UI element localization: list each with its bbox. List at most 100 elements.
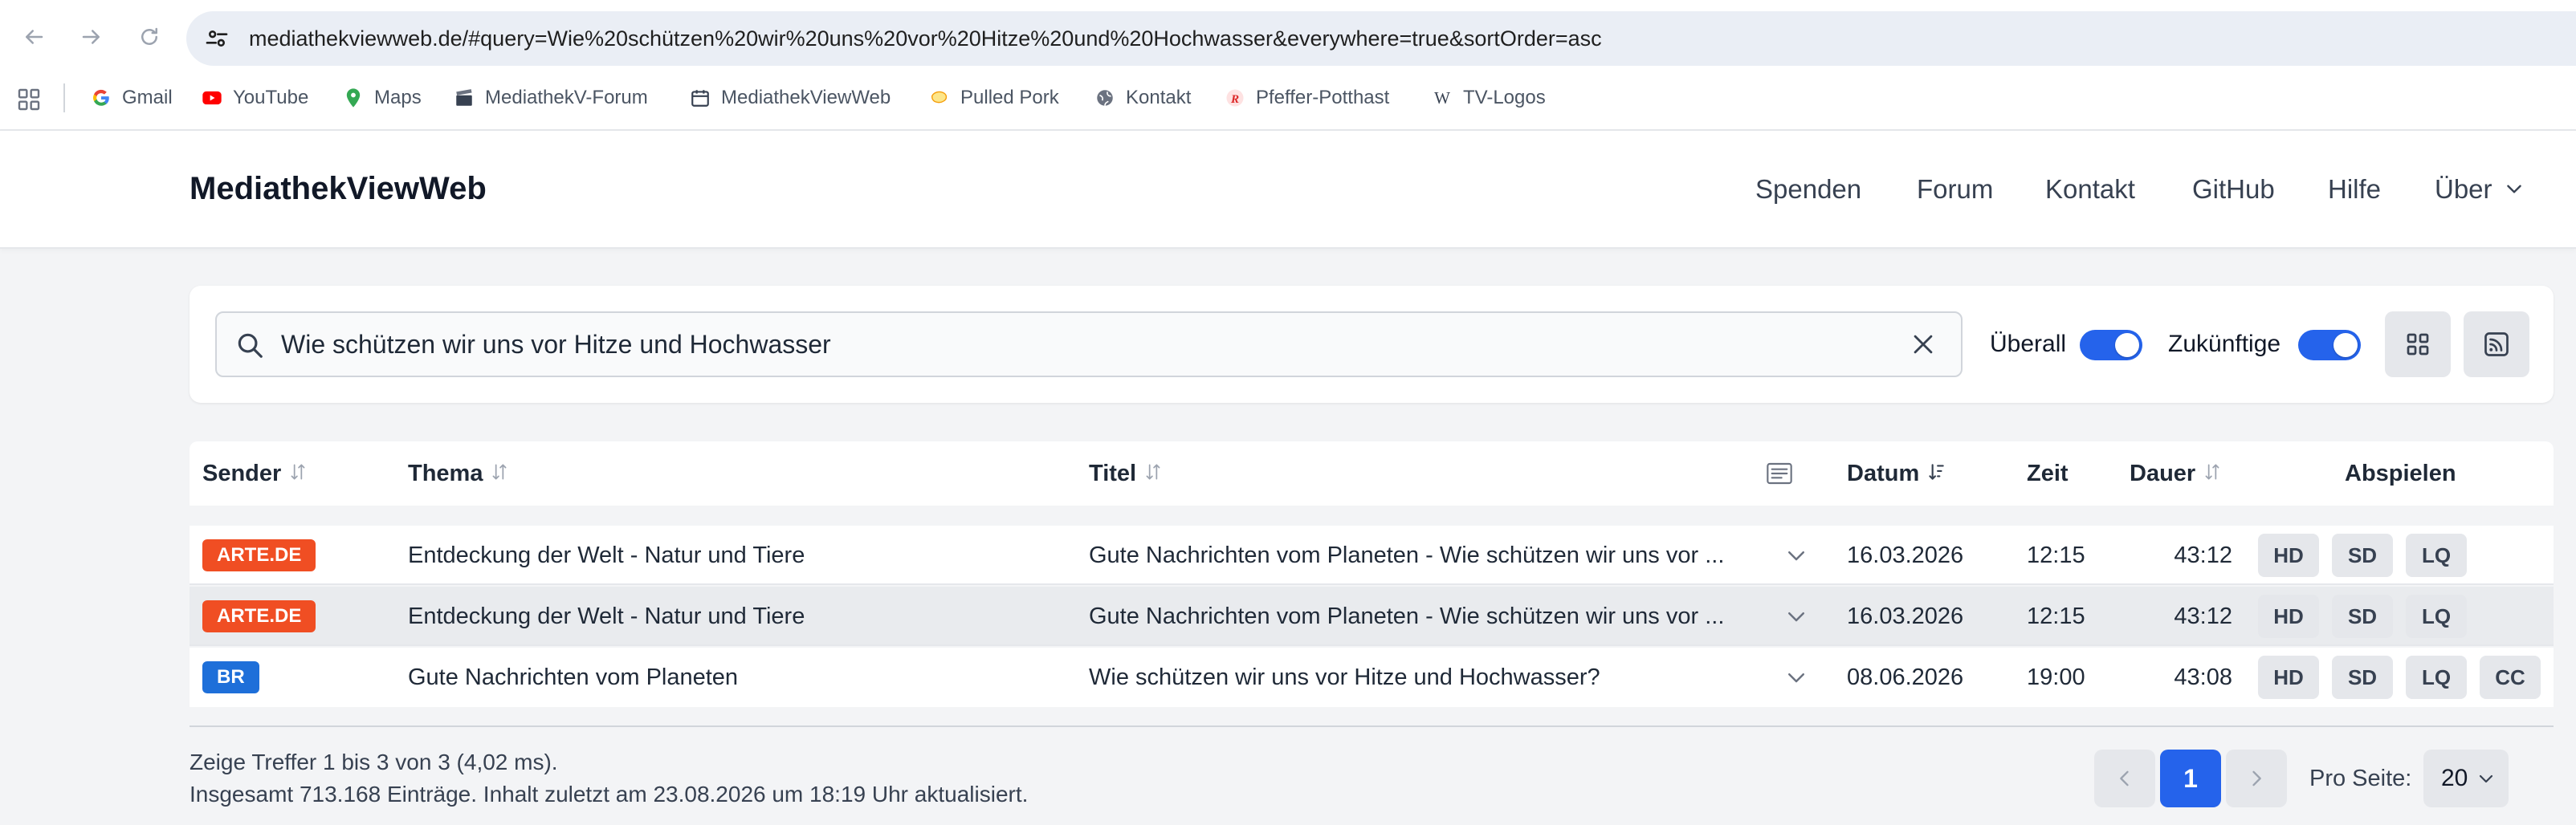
bookmark-label: MediathekViewWeb	[721, 87, 891, 108]
chevron-right-icon	[2252, 770, 2261, 786]
clear-search-icon[interactable]	[1910, 331, 1937, 358]
brand-logo[interactable]: MediathekViewWeb	[190, 131, 487, 247]
clapperboard-icon	[453, 87, 475, 109]
app-header: MediathekViewWeb Spenden Forum Kontakt G…	[0, 131, 2576, 249]
play-hd-button[interactable]: HD	[2258, 656, 2319, 699]
search-query-text[interactable]: Wie schützen wir uns vor Hitze und Hochw…	[281, 313, 831, 376]
expand-chevron-icon[interactable]	[1784, 543, 1808, 567]
calendar-icon	[689, 87, 711, 109]
titel-cell[interactable]: Gute Nachrichten vom Planeten - Wie schü…	[1089, 526, 1746, 585]
sort-icon	[493, 464, 507, 480]
bookmark-tv-logos[interactable]: W TV-Logos	[1431, 80, 1546, 116]
column-dauer-label: Dauer	[2130, 461, 2196, 486]
prev-page-button[interactable]	[2094, 750, 2155, 807]
sender-badge-arte: ARTE.DE	[202, 600, 316, 632]
bookmark-label: Kontakt	[1126, 87, 1192, 108]
arrow-left-icon	[26, 30, 43, 44]
forward-button[interactable]	[74, 19, 109, 55]
datum-cell: 16.03.2026	[1847, 604, 1964, 629]
globe-icon	[1094, 87, 1116, 109]
nav-kontakt[interactable]: Kontakt	[2045, 131, 2135, 247]
back-button[interactable]	[16, 19, 51, 55]
bookmark-pfeffer-potthast[interactable]: R Pfeffer-Potthast	[1224, 80, 1389, 116]
nav-hilfe[interactable]: Hilfe	[2328, 131, 2381, 247]
play-lq-button[interactable]: LQ	[2406, 534, 2467, 577]
bookmark-mediathekv-forum[interactable]: MediathekV-Forum	[453, 80, 648, 116]
play-sd-button[interactable]: SD	[2332, 534, 2393, 577]
grid-view-button[interactable]	[2385, 311, 2451, 377]
address-bar[interactable]: mediathekviewweb.de/#query=Wie%20schütze…	[186, 11, 2576, 66]
play-hd-button[interactable]: HD	[2258, 534, 2319, 577]
maps-pin-icon	[342, 87, 365, 109]
per-page-select[interactable]: 20	[2423, 750, 2509, 807]
next-page-button[interactable]	[2226, 750, 2287, 807]
column-dauer[interactable]: Dauer	[2130, 441, 2223, 506]
column-titel-label: Titel	[1089, 461, 1137, 486]
chevron-left-icon	[2120, 770, 2129, 786]
future-toggle[interactable]	[2298, 330, 2361, 360]
google-icon	[90, 87, 112, 109]
bookmark-youtube[interactable]: YouTube	[201, 80, 308, 116]
expand-chevron-icon[interactable]	[1784, 604, 1808, 628]
play-hd-button[interactable]: HD	[2258, 595, 2319, 638]
play-lq-button[interactable]: LQ	[2406, 595, 2467, 638]
bookmark-pulled-pork[interactable]: Pulled Pork	[928, 80, 1059, 116]
column-zeit[interactable]: Zeit	[2027, 441, 2069, 506]
zeit-cell: 12:15	[2027, 604, 2085, 629]
site-settings-icon[interactable]	[204, 26, 230, 51]
sender-badge-arte: ARTE.DE	[202, 539, 316, 571]
sort-descending-icon	[1929, 464, 1944, 481]
column-sender[interactable]: Sender	[202, 441, 308, 506]
bookmarks-separator	[63, 83, 65, 112]
subtitles-button[interactable]: CC	[2480, 656, 2541, 699]
svg-text:R: R	[1230, 92, 1239, 106]
thema-cell[interactable]: Entdeckung der Welt - Natur und Tiere	[408, 526, 1066, 585]
column-thema-label: Thema	[408, 461, 483, 486]
play-lq-button[interactable]: LQ	[2406, 656, 2467, 699]
dauer-cell: 43:08	[2174, 664, 2232, 690]
bookmark-kontakt[interactable]: Kontakt	[1094, 80, 1191, 116]
column-titel[interactable]: Titel	[1089, 441, 1164, 506]
nav-ueber[interactable]: Über	[2435, 131, 2525, 247]
dauer-cell: 43:12	[2174, 604, 2232, 629]
nav-spenden[interactable]: Spenden	[1755, 131, 1861, 247]
nav-forum[interactable]: Forum	[1917, 131, 1993, 247]
toggle-knob	[2333, 333, 2358, 357]
dauer-cell: 43:12	[2174, 543, 2232, 568]
expand-chevron-icon[interactable]	[1784, 665, 1808, 689]
youtube-icon	[201, 87, 223, 109]
bookmark-label: TV-Logos	[1463, 87, 1546, 108]
bookmark-label: Gmail	[122, 87, 173, 108]
per-page-label: Pro Seite:	[2309, 766, 2412, 791]
reload-button[interactable]	[132, 19, 167, 55]
datum-cell: 16.03.2026	[1847, 543, 1964, 568]
apps-grid-icon[interactable]	[16, 87, 42, 112]
table-bottom-border	[190, 725, 2554, 727]
grid-icon	[2407, 333, 2429, 356]
column-datum[interactable]: Datum	[1847, 441, 1946, 506]
rss-button[interactable]	[2464, 311, 2529, 377]
bookmark-maps[interactable]: Maps	[342, 80, 422, 116]
sort-icon	[1146, 464, 1160, 480]
titel-cell[interactable]: Wie schützen wir uns vor Hitze und Hochw…	[1089, 648, 1746, 707]
thema-cell[interactable]: Gute Nachrichten vom Planeten	[408, 648, 1066, 707]
play-sd-button[interactable]: SD	[2332, 656, 2393, 699]
arrow-right-icon	[82, 30, 100, 44]
per-page-value: 20	[2441, 765, 2468, 791]
nav-github[interactable]: GitHub	[2192, 131, 2275, 247]
url-text[interactable]: mediathekviewweb.de/#query=Wie%20schütze…	[249, 11, 1602, 66]
search-input[interactable]: Wie schützen wir uns vor Hitze und Hochw…	[215, 311, 1963, 377]
chevron-down-icon	[2479, 774, 2493, 783]
everywhere-toggle[interactable]	[2080, 330, 2142, 360]
bookmark-gmail[interactable]: Gmail	[90, 80, 173, 116]
sender-badge-br: BR	[202, 661, 259, 693]
titel-cell[interactable]: Gute Nachrichten vom Planeten - Wie schü…	[1089, 587, 1746, 646]
chevron-down-icon	[2506, 185, 2521, 193]
play-sd-button[interactable]: SD	[2332, 595, 2393, 638]
bookmark-mediathekviewweb[interactable]: MediathekViewWeb	[689, 80, 891, 116]
description-toggle-icon[interactable]	[1767, 462, 1792, 485]
column-thema[interactable]: Thema	[408, 441, 510, 506]
recipe-logo-icon: R	[1224, 87, 1246, 109]
thema-cell[interactable]: Entdeckung der Welt - Natur und Tiere	[408, 587, 1066, 646]
page-1-button[interactable]: 1	[2160, 750, 2221, 807]
